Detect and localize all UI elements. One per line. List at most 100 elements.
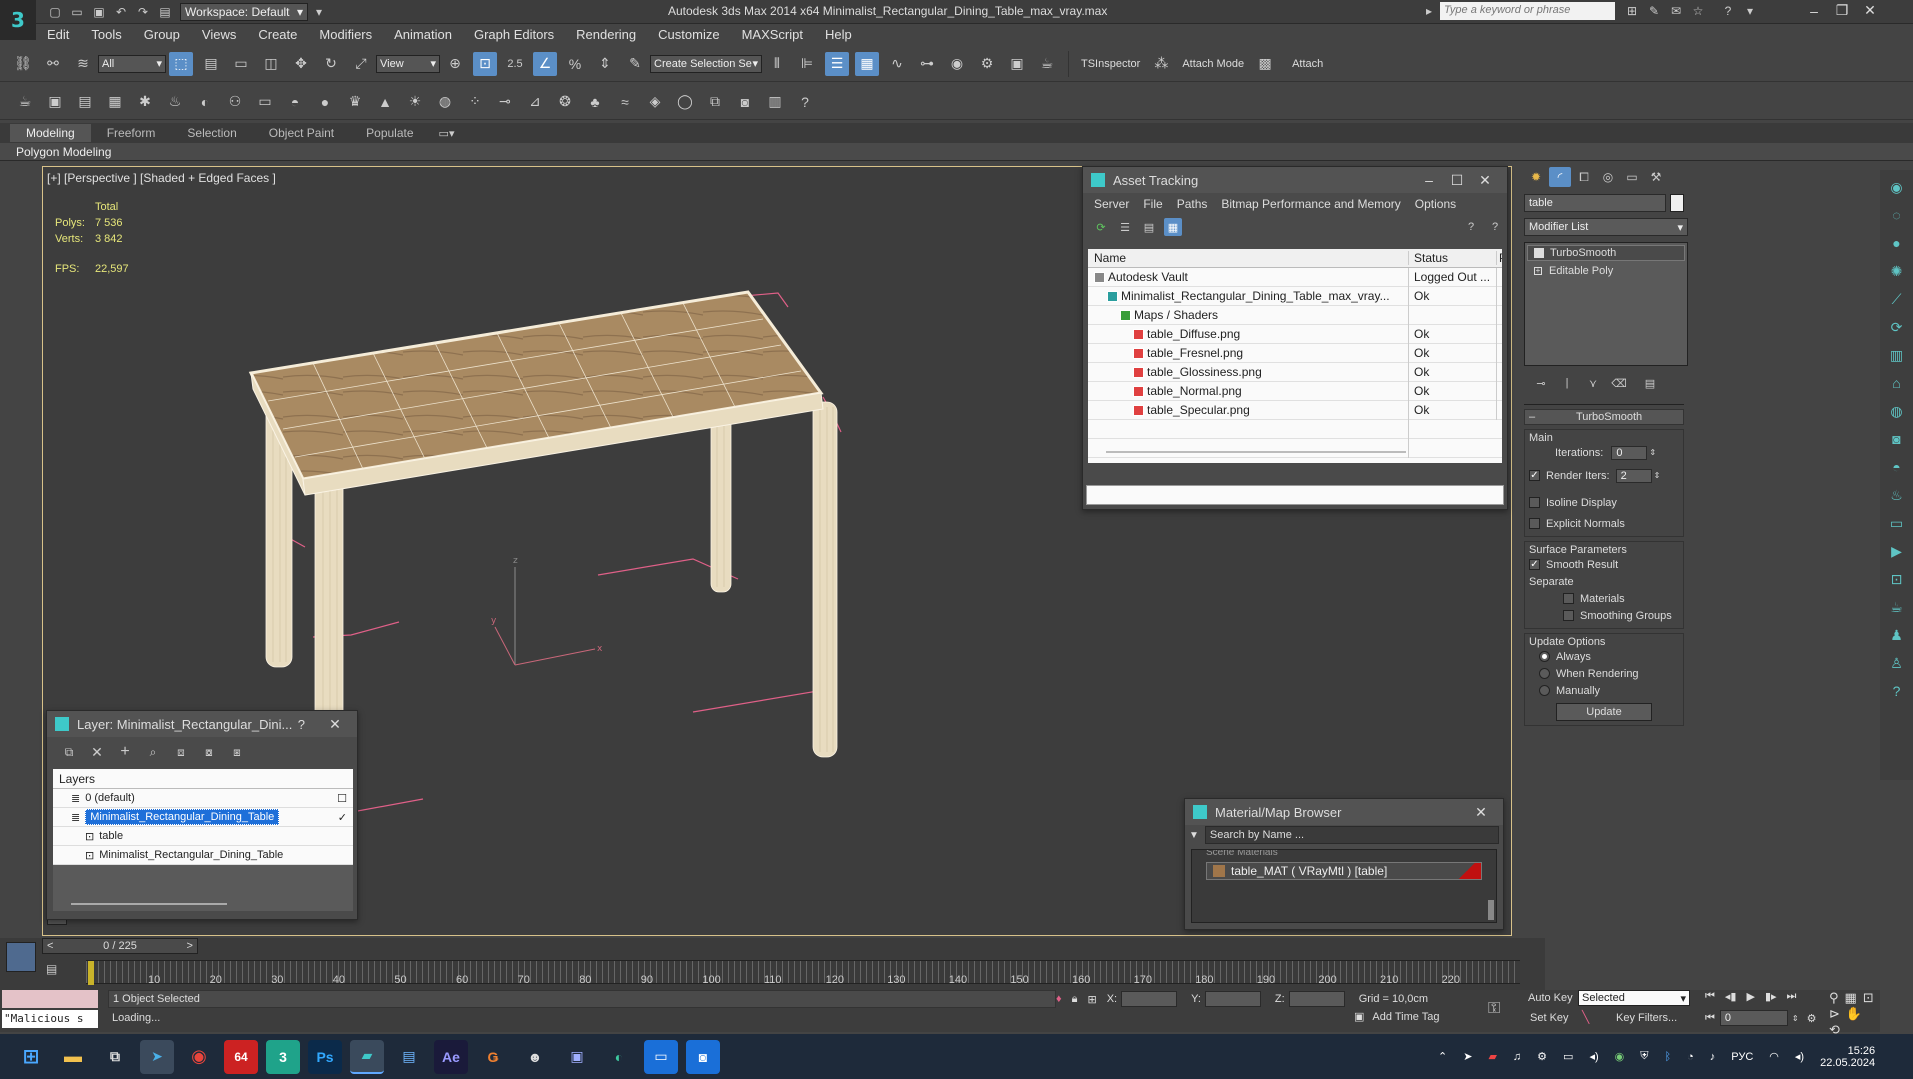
cup-icon[interactable]: ☕	[1886, 596, 1908, 618]
panel-icon[interactable]: ▭	[1886, 512, 1908, 534]
expand-plus-icon[interactable]: +	[1534, 267, 1542, 275]
current-frame-field[interactable]: 0	[1719, 1010, 1788, 1026]
vray-balls-icon[interactable]: ⚇	[223, 90, 247, 114]
menu-create[interactable]: Create	[247, 27, 308, 42]
tray-volume-icon[interactable]: ♪	[1710, 1051, 1716, 1063]
object-icon[interactable]: ◙	[1886, 428, 1908, 450]
percent-snap-icon[interactable]: %	[563, 52, 587, 76]
modify-tab-icon[interactable]: ◜	[1549, 167, 1571, 187]
layer-row[interactable]: ≣ 0 (default) ☐	[53, 789, 353, 808]
list-view-icon[interactable]: ☰	[1116, 218, 1134, 236]
attach-mode-button[interactable]: Attach Mode	[1182, 58, 1244, 70]
minimize-button[interactable]: –	[1415, 172, 1443, 188]
tray-settings-icon[interactable]: ⚙	[1537, 1050, 1547, 1063]
vray-dome-light-icon[interactable]: ◓	[283, 90, 307, 114]
move-icon[interactable]: ✥	[289, 52, 313, 76]
vray-sphere-fade-icon[interactable]: ❂	[553, 90, 577, 114]
track-bar[interactable]	[86, 960, 1520, 985]
motion-tab-icon[interactable]: ◎	[1597, 167, 1619, 187]
horizontal-scrollbar[interactable]	[71, 903, 227, 905]
scale-icon[interactable]: ⤢	[349, 52, 373, 76]
menu-maxscript[interactable]: MAXScript	[731, 27, 814, 42]
y-coordinate-field[interactable]	[1204, 991, 1261, 1007]
maximize-button[interactable]: ☐	[1443, 172, 1471, 189]
vray-spot-light-icon[interactable]: ▲	[373, 90, 397, 114]
tray-headset-icon[interactable]: ♫	[1513, 1051, 1521, 1063]
spinner-arrows-icon[interactable]: ⇕	[1654, 471, 1661, 480]
render-iters-checkbox[interactable]: ✓	[1529, 470, 1540, 481]
create-layer-icon[interactable]: ⧉	[58, 741, 80, 763]
tray-bluetooth-icon[interactable]: ᛒ	[1664, 1051, 1671, 1063]
asset-row[interactable]: table_Fresnel.png Ok	[1088, 343, 1502, 363]
asset-menu-server[interactable]: Server	[1094, 197, 1129, 211]
vray-material-ball-icon[interactable]: ◯	[673, 90, 697, 114]
clock[interactable]: 15:26 22.05.2024	[1820, 1045, 1875, 1069]
select-by-name-icon[interactable]: ▤	[199, 52, 223, 76]
explicit-normals-checkbox[interactable]	[1529, 518, 1540, 529]
help-icon[interactable]: ?	[1462, 218, 1480, 236]
app-logo[interactable]: 3	[0, 0, 36, 40]
asset-path-field[interactable]	[1086, 485, 1504, 505]
close-window-button[interactable]: ✕	[1856, 2, 1884, 19]
layer-manager-icon[interactable]: ☰	[825, 51, 849, 76]
camera-icon[interactable]: ◙	[686, 1039, 720, 1074]
asset-row[interactable]: Minimalist_Rectangular_Dining_Table_max_…	[1088, 286, 1502, 306]
vray-table-icon[interactable]: ▦	[103, 90, 127, 114]
material-browser-titlebar[interactable]: Material/Map Browser ✕	[1185, 799, 1503, 825]
chrome-icon[interactable]: ◉	[182, 1040, 216, 1074]
layers-column-header[interactable]: Layers	[53, 772, 333, 786]
save-file-icon[interactable]: ▣	[90, 3, 108, 21]
photoshop-icon[interactable]: Ps	[308, 1039, 342, 1074]
tray-up-arrow-icon[interactable]: ⌃	[1438, 1050, 1447, 1063]
play-panel-icon[interactable]: ▶	[1886, 540, 1908, 562]
column-header-status[interactable]: Status	[1408, 251, 1496, 265]
material-search-input[interactable]: Search by Name ...	[1204, 826, 1499, 844]
save-icon[interactable]: ▣	[560, 1040, 594, 1074]
workspace-dropdown[interactable]: Workspace: Default ▾	[180, 2, 308, 21]
column-header-name[interactable]: Name	[1088, 251, 1408, 265]
update-button[interactable]: Update	[1556, 703, 1652, 721]
tray-speaker-icon[interactable]: ◂)	[1589, 1050, 1598, 1063]
materials-checkbox[interactable]	[1563, 593, 1574, 604]
vray-sphere-light-icon[interactable]: ●	[313, 90, 337, 114]
modifier-list-dropdown[interactable]: Modifier List ▾	[1524, 218, 1688, 236]
smoothing-groups-checkbox[interactable]	[1563, 610, 1574, 621]
manually-radio[interactable]	[1539, 685, 1550, 696]
stack-item-turbosmooth[interactable]: TurboSmooth	[1527, 245, 1685, 261]
vray-settings-icon[interactable]: ▤	[73, 90, 97, 114]
rotate-icon[interactable]: ↻	[319, 52, 343, 76]
restore-window-button[interactable]: ❐	[1828, 2, 1856, 19]
vray-sun-icon[interactable]: ☀	[403, 90, 427, 114]
show-end-result-icon[interactable]: |	[1557, 374, 1577, 392]
menu-rendering[interactable]: Rendering	[565, 27, 647, 42]
window-crossing-icon[interactable]: ◫	[259, 52, 283, 76]
after-effects-icon[interactable]: Ae	[434, 1039, 468, 1074]
column-header-extra[interactable]: P	[1496, 251, 1502, 265]
app-g-icon[interactable]: Ǥ	[476, 1040, 510, 1074]
graphite-ribbon-icon[interactable]: ▦	[855, 51, 879, 76]
render-iters-spinner[interactable]: 2	[1615, 468, 1652, 483]
key-mode-toggle-icon[interactable]: ⏮	[1705, 1012, 1715, 1025]
task-view-icon[interactable]: ⧉	[98, 1040, 132, 1074]
utilities-tab-icon[interactable]: ⚒	[1645, 167, 1667, 187]
layer-row[interactable]: ≣ Minimalist_Rectangular_Dining_Table ✓	[53, 808, 353, 827]
brush-icon[interactable]: ⌂	[1886, 372, 1908, 394]
angle-snap-icon[interactable]: ∠	[533, 51, 557, 76]
menu-edit[interactable]: Edit	[36, 27, 80, 42]
vray-render-icon[interactable]: ☕	[13, 90, 37, 114]
menu-graph-editors[interactable]: Graph Editors	[463, 27, 565, 42]
close-button[interactable]: ✕	[1471, 172, 1499, 189]
select-object-icon[interactable]: ⬚	[169, 51, 193, 76]
edit-named-selection-icon[interactable]: ✎	[623, 52, 647, 76]
keyword-search-input[interactable]: Type a keyword or phrase	[1440, 2, 1615, 20]
material-item-table-mat[interactable]: table_MAT ( VRayMtl ) [table]	[1206, 862, 1482, 880]
asset-row[interactable]: table_Glossiness.png Ok	[1088, 362, 1502, 382]
communication-icon[interactable]: ✉	[1667, 2, 1685, 20]
time-slider-next-icon[interactable]: >	[183, 940, 197, 952]
vray-plane-light-icon[interactable]: ▭	[253, 90, 277, 114]
vray-plane-icon[interactable]: ⊿	[523, 90, 547, 114]
mini-listener-icon[interactable]	[6, 942, 36, 972]
create-cameras-icon[interactable]: ✺	[1886, 260, 1908, 282]
tray-volume2-icon[interactable]: ◂)	[1795, 1050, 1804, 1063]
sphere-icon[interactable]: ◓	[1886, 456, 1908, 478]
